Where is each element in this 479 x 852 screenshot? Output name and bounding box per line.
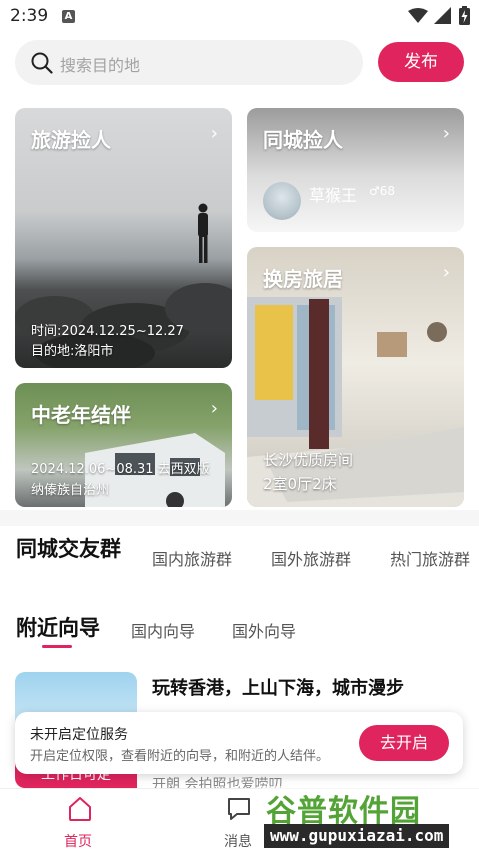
tab-domestic-guide[interactable]: 国内向导 (131, 618, 195, 642)
watermark: 谷普软件园 www.gupuxiazai.com (262, 786, 479, 852)
chevron-right-icon: › (442, 123, 450, 144)
tab-domestic-travel[interactable]: 国内旅游群 (152, 546, 232, 570)
home-icon[interactable] (66, 795, 94, 823)
card-house-swap[interactable]: 换房旅居 › 长沙优质房间 2室0厅2床 (247, 247, 464, 507)
tab-city-friends[interactable]: 同城交友群 (16, 533, 121, 563)
tab-overseas-travel[interactable]: 国外旅游群 (271, 546, 351, 570)
user-gender-age: ♂68 (369, 184, 396, 198)
active-tab-indicator (42, 645, 72, 648)
tab-overseas-guide[interactable]: 国外向导 (232, 618, 296, 642)
elder-desc-line1: 2024.12.06~08.31 去西双版 (31, 462, 210, 477)
chevron-right-icon: › (210, 123, 218, 144)
signal-icon (434, 7, 451, 24)
notification-a-icon: A (62, 10, 75, 23)
person-silhouette-image (198, 203, 208, 263)
banner-message: 开启定位权限，查看附近的向导，和附近的人结伴。 (30, 749, 330, 764)
banner-title: 未开启定位服务 (30, 727, 128, 743)
enable-location-button[interactable]: 去开启 (359, 725, 449, 761)
guide-title[interactable]: 玩转香港，上山下海，城市漫步 (152, 674, 404, 700)
card-title: 换房旅居 (263, 267, 343, 291)
travel-time: 时间:2024.12.25~12.27 (31, 324, 184, 339)
card-title: 同城捡人 (263, 128, 343, 152)
card-elder-companion[interactable]: 中老年结伴 › 2024.12.06~08.31 去西双版 纳傣族自治州 (15, 383, 232, 507)
nav-messages-label[interactable]: 消息 (224, 831, 252, 851)
user-name: 草猴王 (309, 186, 358, 205)
section-divider (0, 510, 479, 526)
group-tabs: 同城交友群 国内旅游群 国外旅游群 热门旅游群 (0, 536, 479, 580)
tab-nearby-guide[interactable]: 附近向导 (16, 612, 100, 642)
battery-charging-icon (459, 6, 470, 25)
house-desc-line1: 长沙优质房间 (263, 451, 354, 469)
nav-home-label[interactable]: 首页 (64, 831, 92, 851)
search-placeholder: 搜索目的地 (60, 56, 141, 75)
travel-destination: 目的地:洛阳市 (31, 344, 114, 359)
status-bar: 2:39 A (0, 0, 479, 32)
elder-desc-line2: 纳傣族自治州 (31, 483, 110, 498)
tab-hot-travel[interactable]: 热门旅游群 (390, 546, 470, 570)
message-icon[interactable] (225, 795, 253, 823)
card-city-pickup[interactable]: 同城捡人 › 草猴王 ♂68 (247, 108, 464, 232)
card-title: 旅游捡人 (31, 128, 111, 152)
location-permission-banner: 未开启定位服务 开启定位权限，查看附近的向导，和附近的人结伴。 去开启 (15, 712, 463, 774)
chevron-right-icon: › (210, 398, 218, 419)
watermark-url: www.gupuxiazai.com (264, 824, 450, 848)
card-title: 中老年结伴 (31, 403, 131, 427)
status-time: 2:39 (10, 6, 49, 26)
search-bar[interactable]: 搜索目的地 (15, 40, 363, 85)
wifi-icon (408, 8, 428, 23)
house-desc-line2: 2室0厅2床 (263, 475, 337, 493)
search-icon (31, 52, 53, 74)
chevron-right-icon: › (442, 262, 450, 283)
publish-button[interactable]: 发布 (378, 42, 464, 82)
card-travel-pickup[interactable]: 旅游捡人 › 时间:2024.12.25~12.27 目的地:洛阳市 (15, 108, 232, 368)
avatar (263, 182, 301, 220)
